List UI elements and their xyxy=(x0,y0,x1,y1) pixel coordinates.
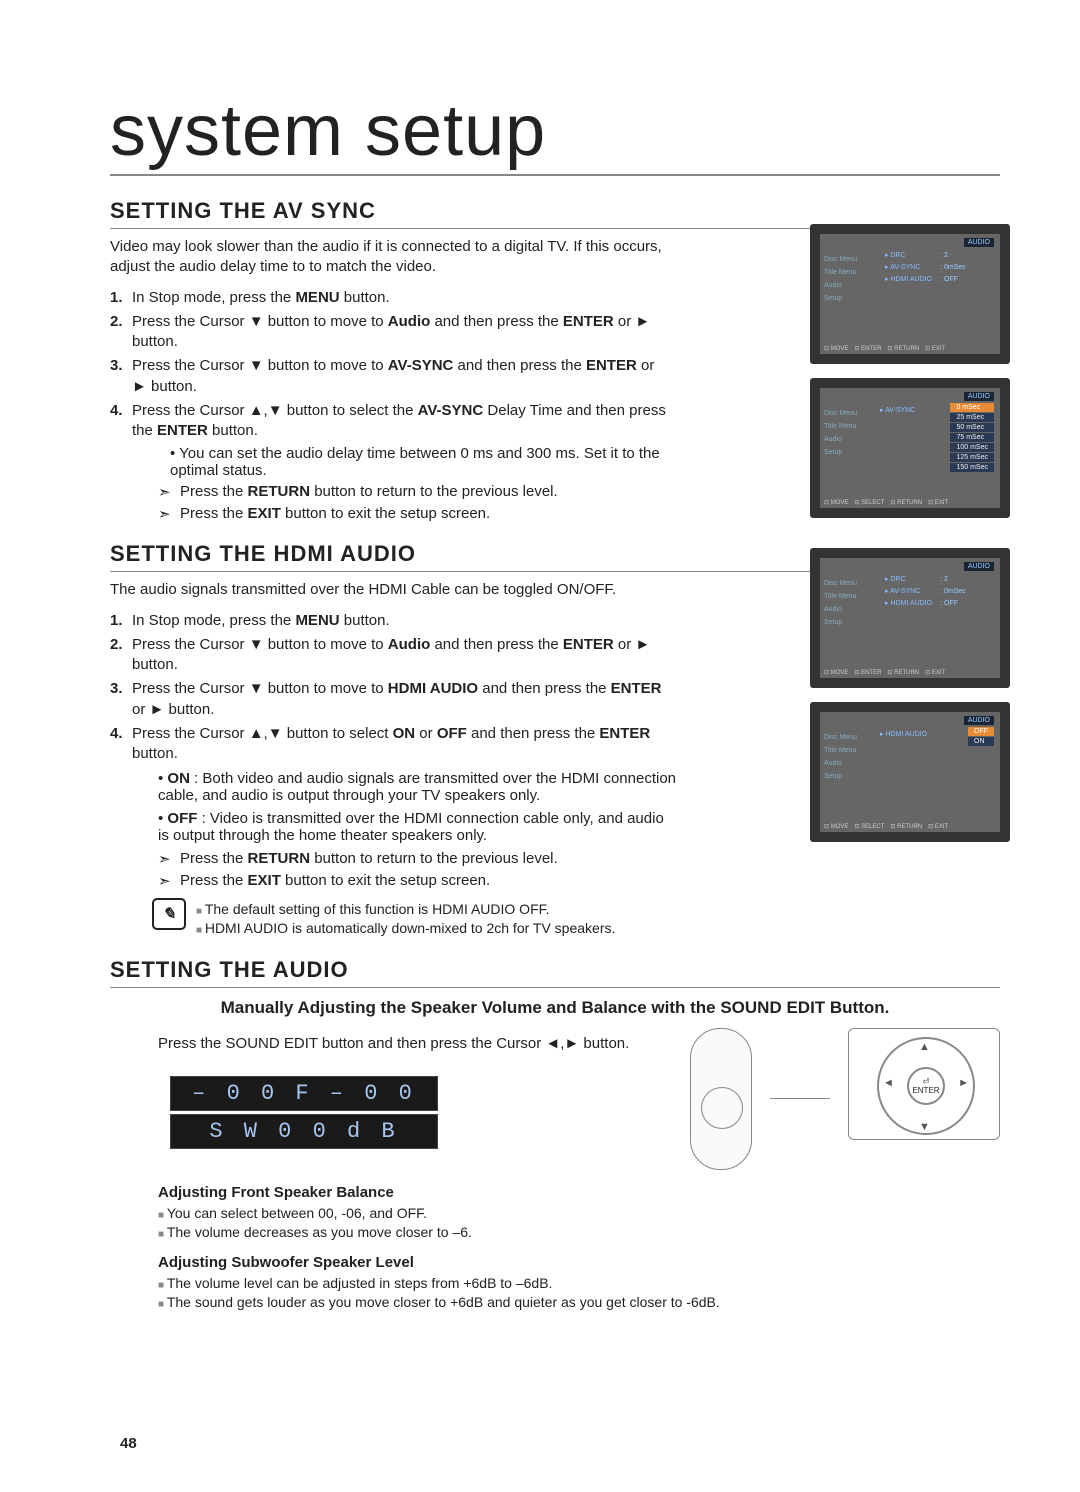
osd-header: AUDIO xyxy=(964,562,994,571)
osd-values: ▸ DRC: 2▸ AV-SYNC: 0mSec▸ HDMI AUDIO: OF… xyxy=(880,248,971,286)
osd-screen: AUDIO Disc MenuTitle MenuAudioSetup ▸ AV-S… xyxy=(810,378,1010,518)
lcd-row-2: S W 0 0 d B xyxy=(170,1114,438,1149)
arrow-line: ➣Press the EXIT button to exit the setup… xyxy=(158,505,678,523)
step: 1.In Stop mode, press the MENU button. xyxy=(110,611,670,631)
osd-options: 0 mSec25 mSec50 mSec75 mSec100 mSec125 m… xyxy=(950,402,994,473)
lcd-row-1: – 0 0 F – 0 0 xyxy=(170,1076,438,1111)
arrow-down-icon: ▼ xyxy=(919,1121,930,1133)
osd-footer: MOVESELECTRETURNEXIT xyxy=(824,823,996,830)
arrow-line: ➣Press the RETURN button to return to th… xyxy=(158,850,678,868)
osd-left-menu: Disc MenuTitle MenuAudioSetup xyxy=(824,574,857,632)
osd-options: OFFON xyxy=(968,726,994,747)
arrow-line: ➣Press the EXIT button to exit the setup… xyxy=(158,872,678,890)
osd-footer: MOVESELECTRETURNEXIT xyxy=(824,499,996,506)
osd-screen: AUDIO Disc MenuTitle MenuAudioSetup ▸ DRC:… xyxy=(810,548,1010,688)
osd-header: AUDIO xyxy=(964,392,994,401)
hdmi-intro: The audio signals transmitted over the H… xyxy=(110,580,670,600)
osd-left-menu: Disc MenuTitle MenuAudioSetup xyxy=(824,728,857,786)
note-line: The volume level can be adjusted in step… xyxy=(158,1275,1000,1291)
arrow-up-icon: ▲ xyxy=(919,1041,930,1053)
osd-label: ▸ HDMI AUDIO xyxy=(880,730,927,738)
arrow-line: ➣Press the RETURN button to return to th… xyxy=(158,483,678,501)
osd-label: ▸ AV-SYNC xyxy=(880,406,915,414)
arrow-prompt-icon: ➣ xyxy=(158,505,180,523)
arrow-prompt-icon: ➣ xyxy=(158,872,180,890)
step: 4.Press the Cursor ▲,▼ button to select … xyxy=(110,724,670,765)
front-balance-title: Adjusting Front Speaker Balance xyxy=(158,1184,1000,1201)
note-line: You can select between 00, -06, and OFF. xyxy=(158,1205,1000,1221)
note-icon: ✎ xyxy=(152,898,186,930)
step: 3.Press the Cursor ▼ button to move to A… xyxy=(110,356,670,397)
page-number: 48 xyxy=(120,1435,137,1452)
lcd-display: – 0 0 F – 0 0 S W 0 0 d B xyxy=(170,1073,438,1152)
note-line: The volume decreases as you move closer … xyxy=(158,1224,1000,1240)
note-line: The sound gets louder as you move closer… xyxy=(158,1294,1000,1310)
step: 3.Press the Cursor ▼ button to move to H… xyxy=(110,679,670,720)
onoff-line: • ON : Both video and audio signals are … xyxy=(158,770,678,804)
osd-left-menu: Disc MenuTitle MenuAudioSetup xyxy=(824,404,857,462)
heading-audio: SETTING THE AUDIO xyxy=(110,957,1000,988)
dpad-center-label: ENTER xyxy=(912,1086,939,1095)
page-title: system setup xyxy=(110,90,1000,176)
osd-header: AUDIO xyxy=(964,716,994,725)
osd-header: AUDIO xyxy=(964,238,994,247)
arrow-prompt-icon: ➣ xyxy=(158,850,180,868)
avsync-intro: Video may look slower than the audio if … xyxy=(110,237,670,278)
audio-press: Press the SOUND EDIT button and then pre… xyxy=(158,1034,672,1054)
osd-footer: MOVEENTERRETURNEXIT xyxy=(824,669,996,676)
remote-control-illustration xyxy=(690,1028,752,1170)
osd-values: ▸ DRC: 2▸ AV-SYNC: 0mSec▸ HDMI AUDIO: OF… xyxy=(880,572,971,610)
note-line: The default setting of this function is … xyxy=(196,901,615,917)
note-line: HDMI AUDIO is automatically down-mixed t… xyxy=(196,920,615,936)
onoff-line: • OFF : Video is transmitted over the HD… xyxy=(158,810,678,844)
enter-icon: ⏎ xyxy=(923,1077,930,1086)
bullet: • You can set the audio delay time betwe… xyxy=(170,445,690,479)
arrow-left-icon: ◄ xyxy=(883,1077,894,1089)
arrow-prompt-icon: ➣ xyxy=(158,483,180,501)
step: 2.Press the Cursor ▼ button to move to A… xyxy=(110,312,670,353)
dpad-illustration: ⏎ENTER ▲ ▼ ◄ ► xyxy=(848,1028,1000,1140)
osd-footer: MOVEENTERRETURNEXIT xyxy=(824,345,996,352)
avsync-screenshots: AUDIO Disc MenuTitle MenuAudioSetup ▸ DRC:… xyxy=(810,224,1010,518)
subwoofer-title: Adjusting Subwoofer Speaker Level xyxy=(158,1254,1000,1271)
osd-screen: AUDIO Disc MenuTitle MenuAudioSetup ▸ HDMI… xyxy=(810,702,1010,842)
step: 4.Press the Cursor ▲,▼ button to select … xyxy=(110,401,670,442)
step: 2.Press the Cursor ▼ button to move to A… xyxy=(110,635,670,676)
audio-subtitle: Manually Adjusting the Speaker Volume an… xyxy=(110,998,1000,1018)
osd-screen: AUDIO Disc MenuTitle MenuAudioSetup ▸ DRC:… xyxy=(810,224,1010,364)
arrow-right-icon: ► xyxy=(958,1077,969,1089)
step: 1.In Stop mode, press the MENU button. xyxy=(110,288,670,308)
hdmi-screenshots: AUDIO Disc MenuTitle MenuAudioSetup ▸ DRC:… xyxy=(810,548,1010,842)
osd-left-menu: Disc MenuTitle MenuAudioSetup xyxy=(824,250,857,308)
